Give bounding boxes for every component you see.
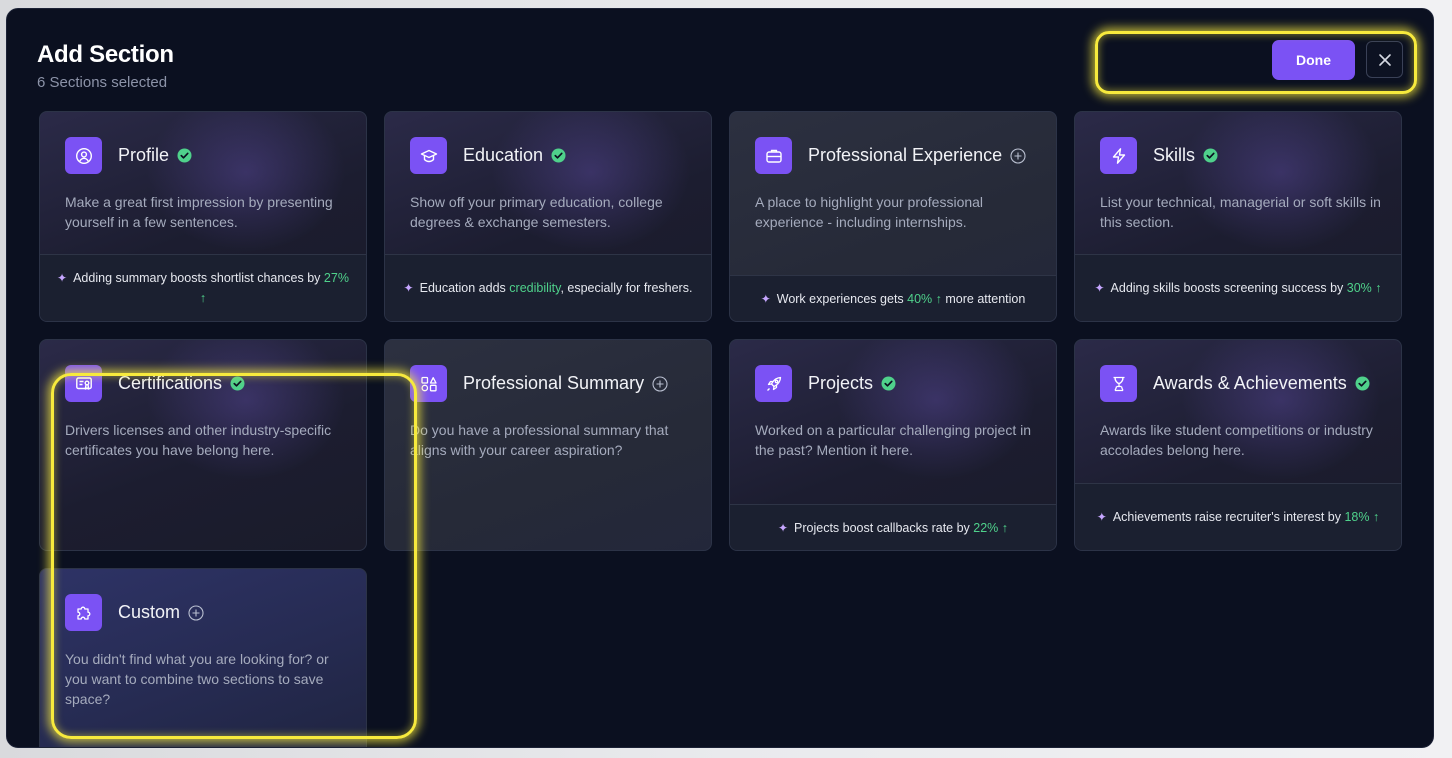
card-title: Awards & Achievements xyxy=(1153,373,1347,393)
card-title: Custom xyxy=(118,602,181,622)
lightning-icon xyxy=(1100,137,1137,174)
sparkle-icon: ✦ xyxy=(777,520,789,535)
section-card-professional-experience[interactable]: Professional Experience A place to highl… xyxy=(729,111,1057,322)
sparkle-icon: ✦ xyxy=(1094,281,1105,295)
card-tip: ✦ Adding summary boosts shortlist chances… xyxy=(40,254,366,321)
card-description: Show off your primary education, college… xyxy=(410,194,663,230)
graduation-cap-icon xyxy=(410,137,447,174)
section-card-education[interactable]: Education Show off your primary educatio… xyxy=(384,111,712,322)
add-section-modal: Add Section 6 Sections selected Done Pro… xyxy=(6,8,1434,748)
check-circle-icon xyxy=(881,376,896,391)
section-card-professional-summary[interactable]: Professional Summary Do you have a profe… xyxy=(384,339,712,551)
card-description: Drivers licenses and other industry-spec… xyxy=(65,422,332,458)
sections-selected-count: 6 Sections selected xyxy=(37,74,168,91)
card-tip: ✦ Education adds credibility, especially … xyxy=(385,254,711,321)
sparkle-icon: ✦ xyxy=(1096,510,1107,524)
trophy-icon xyxy=(1100,365,1137,402)
card-tip: ✦ Adding skills boosts screening success … xyxy=(1075,254,1401,321)
card-title: Certifications xyxy=(118,373,223,393)
close-button[interactable] xyxy=(1366,41,1403,78)
check-circle-icon xyxy=(1355,376,1370,391)
shapes-icon xyxy=(410,365,447,402)
card-title: Skills xyxy=(1153,145,1196,165)
section-card-certifications[interactable]: Certifications Drivers licenses and othe… xyxy=(39,339,367,551)
user-circle-icon xyxy=(65,137,102,174)
certificate-icon xyxy=(65,365,102,402)
card-title: Profile xyxy=(118,145,170,165)
card-description: You didn't find what you are looking for… xyxy=(65,651,329,707)
card-description: Do you have a professional summary that … xyxy=(410,422,669,458)
section-card-custom[interactable]: Custom You didn't find what you are look… xyxy=(39,568,367,747)
check-circle-icon xyxy=(1203,148,1218,163)
card-description: A place to highlight your professional e… xyxy=(755,194,984,230)
plus-circle-icon[interactable] xyxy=(652,375,668,392)
modal-title: Add Section xyxy=(37,41,174,68)
plus-circle-icon[interactable] xyxy=(188,604,204,621)
check-circle-icon xyxy=(551,148,566,163)
section-card-skills[interactable]: Skills List your technical, managerial o… xyxy=(1074,111,1402,322)
sparkle-icon: ✦ xyxy=(760,291,771,306)
card-title: Education xyxy=(463,145,544,165)
card-tip: ✦ Work experiences gets 40% ↑ more attent… xyxy=(730,275,1056,321)
card-description: Make a great first impression by present… xyxy=(65,194,333,230)
card-tip: ✦ Projects boost callbacks rate by 22% ↑ xyxy=(730,504,1056,550)
card-title: Projects xyxy=(808,373,874,393)
close-icon xyxy=(1378,53,1391,66)
sparkle-icon: ✦ xyxy=(403,281,414,295)
card-title: Professional Summary xyxy=(463,373,645,393)
section-card-profile[interactable]: Profile Make a great first impression by… xyxy=(39,111,367,322)
briefcase-icon xyxy=(755,137,792,174)
card-description: Worked on a particular challenging proje… xyxy=(755,422,1032,458)
done-button[interactable]: Done xyxy=(1272,40,1355,80)
section-card-projects[interactable]: Projects Worked on a particular challeng… xyxy=(729,339,1057,551)
card-description: Awards like student competitions or indu… xyxy=(1100,422,1373,458)
sparkle-icon: ✦ xyxy=(57,271,68,285)
card-tip: ✦ Achievements raise recruiter's interest… xyxy=(1075,483,1401,550)
card-title: Professional Experience xyxy=(808,145,1003,165)
check-circle-icon xyxy=(177,148,192,163)
check-circle-icon xyxy=(230,376,245,391)
plus-circle-icon[interactable] xyxy=(1010,147,1026,164)
card-description: List your technical, managerial or soft … xyxy=(1100,194,1381,230)
rocket-icon xyxy=(755,365,792,402)
puzzle-icon xyxy=(65,594,102,631)
section-card-awards-achievements[interactable]: Awards & Achievements Awards like studen… xyxy=(1074,339,1402,551)
